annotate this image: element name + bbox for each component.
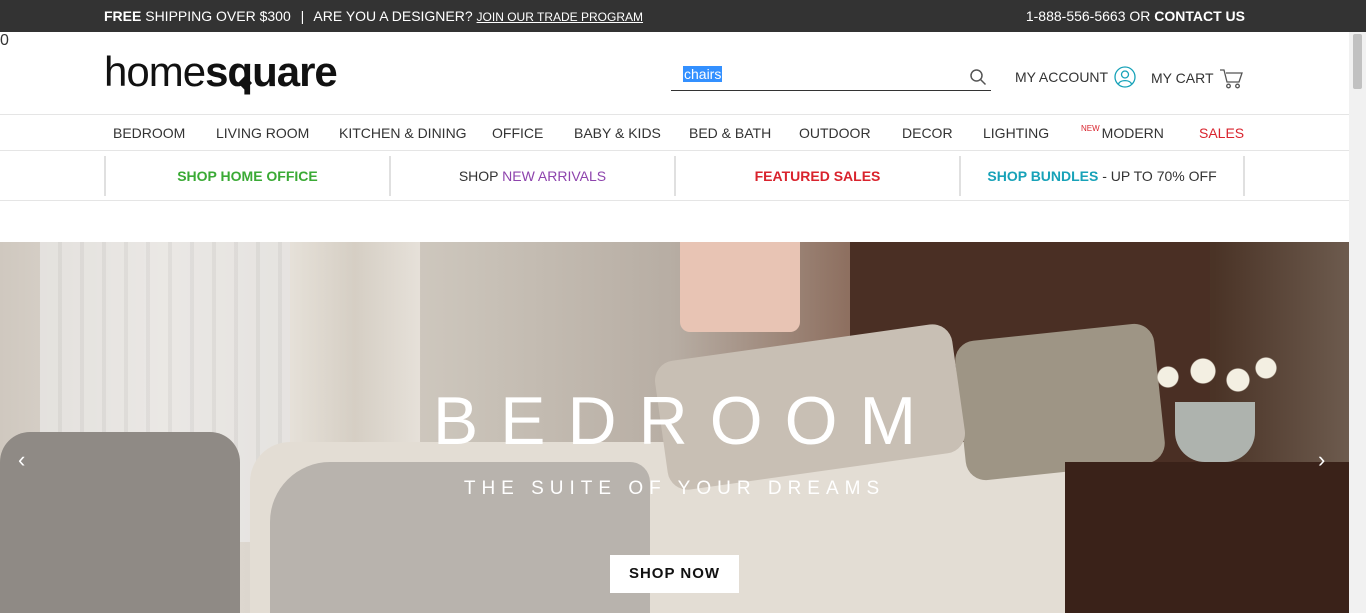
my-cart-link[interactable]: MY CART	[1151, 66, 1244, 90]
featured-sales-link[interactable]: FEATURED SALES	[674, 156, 959, 196]
nav-item-lighting[interactable]: LIGHTING	[983, 125, 1049, 141]
phone-number[interactable]: 1-888-556-5663	[1026, 8, 1126, 24]
featured-sales-label: FEATURED SALES	[754, 168, 881, 184]
nav-item-living-room[interactable]: LIVING ROOM	[216, 125, 309, 141]
search-icon[interactable]	[969, 68, 987, 86]
main-nav: BEDROOM LIVING ROOM KITCHEN & DINING OFF…	[0, 116, 1349, 151]
site-header: homesquare chairs MY ACCOUNT MY CART 0	[0, 32, 1349, 115]
designer-text: ARE YOU A DESIGNER?	[313, 8, 473, 24]
my-account-link[interactable]: MY ACCOUNT	[1015, 66, 1136, 88]
nav-item-sales[interactable]: SALES	[1199, 125, 1244, 141]
hero-banner[interactable]: BEDROOM THE SUITE OF YOUR DREAMS SHOP NO…	[0, 242, 1349, 613]
nav-item-modern[interactable]: NEW MODERN	[1081, 124, 1164, 141]
shop-now-button[interactable]: SHOP NOW	[610, 555, 739, 593]
trade-program-link[interactable]: JOIN OUR TRADE PROGRAM	[477, 10, 643, 24]
separator: |	[300, 8, 305, 24]
top-promo-bar: FREE SHIPPING OVER $300 | ARE YOU A DESI…	[0, 0, 1366, 32]
contact-info: 1-888-556-5663 OR CONTACT US	[1026, 8, 1245, 24]
bundles-discount: - UP TO 70% OFF	[1102, 168, 1217, 184]
logo-bold-s: s	[205, 48, 228, 95]
nav-item-bed-bath[interactable]: BED & BATH	[689, 125, 771, 141]
logo-thin-text: home	[104, 48, 206, 95]
nav-item-decor[interactable]: DECOR	[902, 125, 953, 141]
hero-title: BEDROOM	[432, 383, 939, 459]
shipping-promo: FREE SHIPPING OVER $300 | ARE YOU A DESI…	[104, 8, 643, 24]
nav-item-baby-kids[interactable]: BABY & KIDS	[574, 125, 661, 141]
page-scrollbar[interactable]	[1349, 32, 1366, 613]
scrollbar-thumb[interactable]	[1353, 34, 1362, 89]
hero-subtitle: THE SUITE OF YOUR DREAMS	[463, 478, 886, 499]
user-icon	[1114, 66, 1136, 88]
promo-strip: SHOP HOME OFFICE SHOP NEW ARRIVALS FEATU…	[0, 151, 1349, 201]
nav-item-outdoor[interactable]: OUTDOOR	[799, 125, 871, 141]
new-badge: NEW	[1081, 124, 1100, 133]
homesquare-logo[interactable]: homesquare	[104, 48, 338, 96]
search-input[interactable]: chairs	[683, 66, 723, 82]
search-bar[interactable]: chairs	[671, 62, 991, 91]
shop-home-office-label: SHOP HOME OFFICE	[177, 168, 318, 184]
shop-bundles-label: SHOP BUNDLES	[987, 168, 1099, 184]
logo-bold-q: q	[227, 48, 253, 95]
nav-item-office[interactable]: OFFICE	[492, 125, 543, 141]
cart-label: MY CART	[1151, 70, 1214, 86]
contact-us-link[interactable]: CONTACT US	[1154, 8, 1245, 24]
nav-item-kitchen-dining[interactable]: KITCHEN & DINING	[339, 125, 467, 141]
account-label: MY ACCOUNT	[1015, 69, 1109, 85]
new-arrivals-label: NEW ARRIVALS	[502, 168, 607, 184]
logo-bold-rest: uare	[252, 48, 338, 95]
shop-prefix: SHOP	[458, 168, 499, 184]
nav-item-modern-label: MODERN	[1101, 125, 1164, 141]
hero-lamp-image	[680, 242, 800, 332]
shop-bundles-link[interactable]: SHOP BUNDLES - UP TO 70% OFF	[959, 156, 1245, 196]
nav-item-bedroom[interactable]: BEDROOM	[113, 125, 185, 141]
shop-home-office-link[interactable]: SHOP HOME OFFICE	[104, 156, 389, 196]
cart-icon	[1219, 69, 1243, 89]
or-text: OR	[1129, 8, 1151, 24]
shop-new-arrivals-link[interactable]: SHOP NEW ARRIVALS	[389, 156, 674, 196]
next-slide-arrow-icon[interactable]: ›	[1318, 447, 1325, 473]
prev-slide-arrow-icon[interactable]: ‹	[18, 447, 25, 473]
shipping-text: SHIPPING OVER $300	[145, 8, 291, 24]
free-label: FREE	[104, 8, 142, 24]
